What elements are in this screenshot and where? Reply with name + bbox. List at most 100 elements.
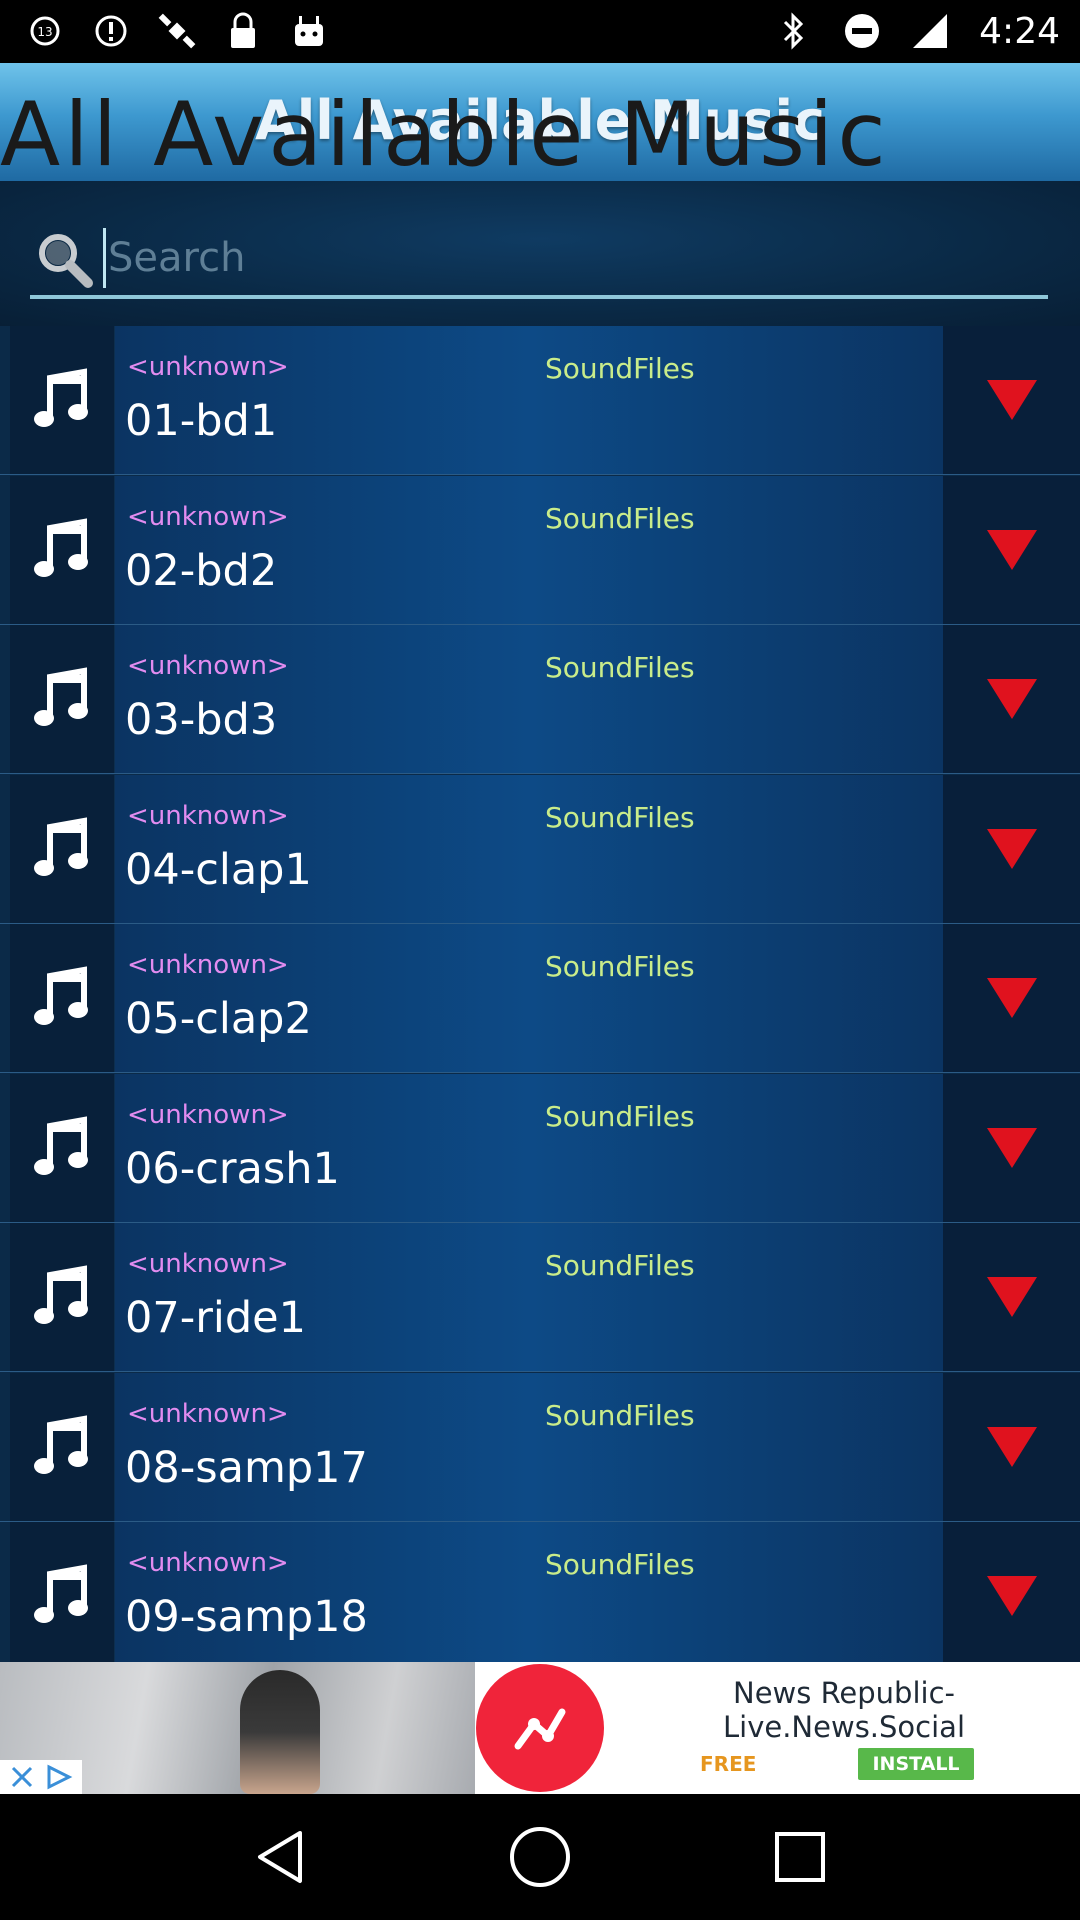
track-info[interactable]: <unknown> SoundFiles 05-clap2 — [115, 924, 943, 1072]
dropdown-arrow-icon — [986, 679, 1037, 719]
track-artist: <unknown> — [127, 1399, 289, 1429]
track-options-button[interactable] — [943, 1223, 1080, 1371]
track-info[interactable]: <unknown> SoundFiles 03-bd3 — [115, 625, 943, 773]
back-icon — [258, 1831, 302, 1883]
track-options-button[interactable] — [943, 775, 1080, 923]
music-note-icon — [10, 625, 115, 773]
track-title: 07-ride1 — [125, 1293, 306, 1343]
ad-banner[interactable]: News Republic- Live.News.Social FREE INS… — [0, 1662, 1080, 1794]
list-item[interactable]: <unknown> SoundFiles 06-crash1 — [10, 1074, 1080, 1223]
track-folder: SoundFiles — [545, 801, 695, 834]
track-options-button[interactable] — [943, 326, 1080, 474]
list-item[interactable]: <unknown> SoundFiles 03-bd3 — [10, 625, 1080, 774]
track-artist: <unknown> — [127, 502, 289, 532]
track-title: 02-bd2 — [125, 546, 278, 596]
music-note-icon — [10, 1223, 115, 1371]
track-options-button[interactable] — [943, 476, 1080, 624]
dropdown-arrow-icon — [986, 1576, 1037, 1616]
recents-button[interactable] — [755, 1812, 845, 1902]
recents-icon — [775, 1832, 825, 1882]
divider — [0, 1371, 1080, 1372]
search-icon — [30, 223, 100, 293]
track-artist: <unknown> — [127, 1548, 289, 1578]
ad-install-button[interactable]: INSTALL — [858, 1748, 974, 1780]
track-info[interactable]: <unknown> SoundFiles 02-bd2 — [115, 476, 943, 624]
list-item[interactable]: <unknown> SoundFiles 02-bd2 — [10, 476, 1080, 625]
track-folder: SoundFiles — [545, 502, 695, 535]
track-options-button[interactable] — [943, 625, 1080, 773]
track-artist: <unknown> — [127, 950, 289, 980]
track-title: 08-samp17 — [125, 1443, 368, 1493]
track-title: 09-samp18 — [125, 1592, 368, 1642]
track-title: 03-bd3 — [125, 695, 278, 745]
track-info[interactable]: <unknown> SoundFiles 07-ride1 — [115, 1223, 943, 1371]
track-list[interactable]: <unknown> SoundFiles 01-bd1 <unknown> SoundF… — [0, 326, 1080, 1662]
dropdown-arrow-icon — [986, 1277, 1037, 1317]
close-icon — [11, 1766, 33, 1788]
home-button[interactable] — [495, 1812, 585, 1902]
list-item[interactable]: <unknown> SoundFiles 01-bd1 — [10, 326, 1080, 475]
track-artist: <unknown> — [127, 801, 289, 831]
track-folder: SoundFiles — [545, 1399, 695, 1432]
list-item[interactable]: <unknown> SoundFiles 08-samp17 — [10, 1373, 1080, 1522]
divider — [0, 1072, 1080, 1073]
track-info[interactable]: <unknown> SoundFiles 01-bd1 — [115, 326, 943, 474]
music-note-icon — [10, 326, 115, 474]
signal-icon — [907, 8, 953, 54]
svg-text:13: 13 — [37, 25, 52, 39]
track-folder: SoundFiles — [545, 950, 695, 983]
track-artist: <unknown> — [127, 1249, 289, 1279]
track-folder: SoundFiles — [545, 651, 695, 684]
music-note-icon — [10, 476, 115, 624]
ad-close-button[interactable] — [0, 1760, 82, 1794]
app-header: All Available Music All Available Music — [0, 63, 1080, 181]
track-title: 05-clap2 — [125, 994, 312, 1044]
home-icon — [510, 1827, 570, 1887]
news-republic-logo-icon[interactable] — [476, 1664, 604, 1792]
track-options-button[interactable] — [943, 1373, 1080, 1521]
music-note-icon — [10, 775, 115, 923]
dropdown-arrow-icon — [986, 380, 1037, 420]
back-button[interactable] — [235, 1812, 325, 1902]
dropdown-arrow-icon — [986, 1128, 1037, 1168]
list-item[interactable]: <unknown> SoundFiles 09-samp18 — [10, 1522, 1080, 1662]
search-input[interactable] — [106, 223, 1006, 293]
track-options-button[interactable] — [943, 1522, 1080, 1662]
track-info[interactable]: <unknown> SoundFiles 08-samp17 — [115, 1373, 943, 1521]
dropdown-arrow-icon — [986, 829, 1037, 869]
list-item[interactable]: <unknown> SoundFiles 05-clap2 — [10, 924, 1080, 1073]
music-note-icon — [10, 924, 115, 1072]
track-artist: <unknown> — [127, 651, 289, 681]
divider — [0, 773, 1080, 774]
system-nav-bar — [0, 1794, 1080, 1920]
track-info[interactable]: <unknown> SoundFiles 09-samp18 — [115, 1522, 943, 1662]
track-info[interactable]: <unknown> SoundFiles 04-clap1 — [115, 775, 943, 923]
track-folder: SoundFiles — [545, 1100, 695, 1133]
ad-title-line-2: Live.News.Social — [723, 1710, 965, 1744]
do-not-disturb-icon — [839, 8, 885, 54]
search-area — [0, 181, 1080, 326]
ad-title[interactable]: News Republic- Live.News.Social — [640, 1676, 1048, 1744]
list-item[interactable]: <unknown> SoundFiles 04-clap1 — [10, 775, 1080, 924]
ad-price-label: FREE — [700, 1752, 757, 1776]
dropdown-arrow-icon — [986, 978, 1037, 1018]
abc-13-news-icon: 13 — [22, 8, 68, 54]
dropdown-arrow-icon — [986, 1427, 1037, 1467]
lock-icon — [220, 8, 266, 54]
clock: 4:24 — [979, 10, 1060, 52]
track-info[interactable]: <unknown> SoundFiles 06-crash1 — [115, 1074, 943, 1222]
music-note-icon — [10, 1373, 115, 1521]
android-icon — [286, 8, 332, 54]
music-note-icon — [10, 1522, 115, 1662]
track-artist: <unknown> — [127, 352, 289, 382]
track-folder: SoundFiles — [545, 352, 695, 385]
music-note-icon — [10, 1074, 115, 1222]
track-options-button[interactable] — [943, 924, 1080, 1072]
track-options-button[interactable] — [943, 1074, 1080, 1222]
status-bar: 13 4:24 — [0, 0, 1080, 63]
track-artist: <unknown> — [127, 1100, 289, 1130]
search-field[interactable] — [30, 221, 1048, 299]
list-item[interactable]: <unknown> SoundFiles 07-ride1 — [10, 1223, 1080, 1372]
adchoices-icon — [47, 1764, 73, 1790]
page-title-overlay: All Available Music — [0, 83, 890, 181]
